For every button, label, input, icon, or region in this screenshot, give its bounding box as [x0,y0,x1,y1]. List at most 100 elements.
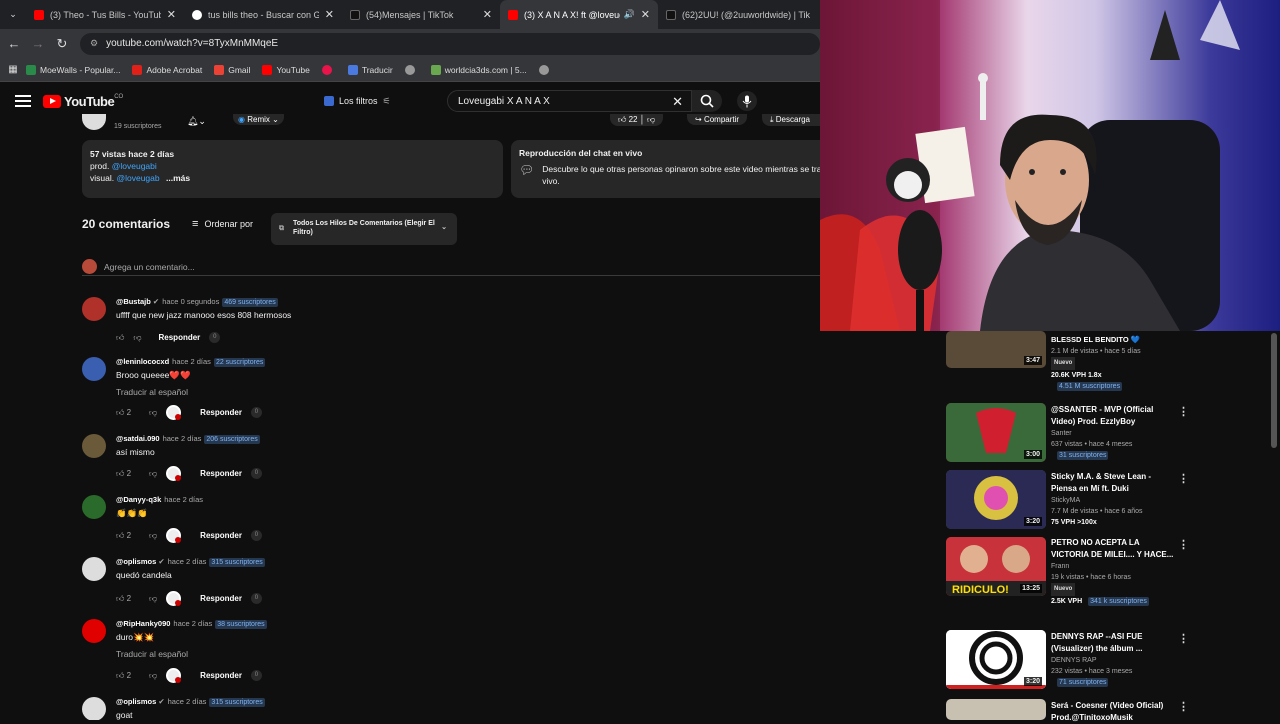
forward-icon[interactable]: → [26,36,50,51]
translate-link[interactable]: Traducir al español [116,649,188,659]
comment-author[interactable]: @Bustajb [116,297,151,306]
more-options-icon[interactable]: ⋮ [1178,405,1189,418]
avatar[interactable] [82,495,106,519]
channel-avatar[interactable] [82,114,106,130]
download-button[interactable]: ⤓ Descarga [762,114,820,126]
site-info-icon[interactable]: ⚙ [90,38,98,49]
dislike-icon[interactable]: 👎︎ [149,469,157,479]
dislike-icon[interactable]: 👎︎ [149,531,157,541]
voice-search-button[interactable] [737,91,757,111]
comment-time[interactable]: hace 2 días [168,557,207,566]
url-field[interactable]: ⚙ youtube.com/watch?v=8TyxMnMMqeE [80,32,820,55]
like-icon[interactable]: 👍︎ 2 [116,531,140,541]
like-icon[interactable]: 👍︎ 2 [116,408,140,418]
reply-button[interactable]: Responder [200,408,242,417]
browser-tab[interactable]: (62)2UU! (@2uuworldwide) | Tik [658,0,820,29]
search-input[interactable]: Loveugabi X A N A X ✕ [447,90,692,112]
bookmark-item[interactable] [538,64,553,75]
like-button[interactable]: 👍︎ 22 │ 👎︎ [610,114,664,126]
reload-icon[interactable]: ↻ [50,36,74,52]
comment-author[interactable]: @leninlococxd [116,357,169,366]
bookmark-item[interactable]: Adobe Acrobat [132,64,202,75]
bell-icon[interactable]: 🔔︎⌄ [187,116,206,127]
comment-filter-select[interactable]: ⧉ Todos Los Hilos De Comentarios (Elegir… [271,213,457,245]
more-options-icon[interactable]: ⋮ [1178,700,1189,713]
browser-tab[interactable]: (54)Mensajes | TikTok ✕ [342,0,500,29]
scrollbar-thumb[interactable] [1271,333,1277,448]
reply-button[interactable]: Responder [200,469,242,478]
avatar[interactable] [82,697,106,720]
show-more-link[interactable]: ...más [166,173,190,183]
video-thumbnail[interactable]: 3:00 [946,403,1046,462]
like-icon[interactable]: 👍︎ [116,333,124,343]
dislike-icon[interactable]: 👎︎ [133,333,141,343]
bookmark-item[interactable]: Traducir [347,64,393,75]
tab-list-chevron-icon[interactable]: ⌄ [0,9,26,20]
comment-author[interactable]: @RipHanky090 [116,619,170,628]
filters-button[interactable]: Los filtros ⚟ [324,92,391,110]
comment-time[interactable]: hace 2 días [168,697,207,706]
comment-author[interactable]: @oplismos [116,557,156,566]
menu-icon[interactable] [15,92,31,110]
speaker-icon[interactable]: 🔊 [624,9,635,20]
video-thumbnail[interactable]: 3:20 [946,470,1046,529]
comment-time[interactable]: hace 2 días [164,495,203,504]
add-comment-field[interactable]: Agrega un comentario... [82,258,820,276]
avatar[interactable] [82,619,106,643]
back-icon[interactable]: ← [2,36,26,51]
apps-grid-icon[interactable]: ▦ [0,64,26,75]
bookmark-item[interactable]: YouTube [262,64,310,75]
avatar[interactable] [82,557,106,581]
comment-time[interactable]: hace 2 días [172,357,211,366]
comment-time[interactable]: hace 0 segundos [162,297,219,306]
avatar[interactable] [82,297,106,321]
dislike-icon[interactable]: 👎︎ [149,594,157,604]
video-info[interactable]: @SSANTER - MVP (Official Video) Prod. Ez… [1051,404,1176,461]
close-icon[interactable]: ✕ [641,8,650,21]
video-info[interactable]: BLESSD EL BENDITO 💙 2.1 M de vistas • ha… [1051,334,1176,392]
bookmark-item[interactable]: worldcia3ds.com | 5... [430,64,527,75]
reply-button[interactable]: Responder [200,531,242,540]
browser-tab[interactable]: tus bills theo - Buscar con Goo ✕ [184,0,342,29]
comment-time[interactable]: hace 2 días [173,619,212,628]
bookmark-item[interactable]: MoeWalls - Popular... [26,64,120,75]
bookmark-item[interactable]: Gmail [214,64,250,75]
video-thumbnail[interactable] [946,699,1046,720]
reply-button[interactable]: Responder [200,671,242,680]
reply-button[interactable]: Responder [200,594,242,603]
video-info[interactable]: DENNYS RAP --ASI FUE (Visualizer) the ál… [1051,631,1176,688]
close-icon[interactable]: ✕ [167,8,176,21]
browser-tab[interactable]: (3) Theo - Tus Bills - YouTube ✕ [26,0,184,29]
comment-time[interactable]: hace 2 días [163,434,202,443]
video-info[interactable]: Sticky M.A. & Steve Lean - Piensa en Mí … [1051,471,1176,528]
dislike-icon[interactable]: 👎︎ [149,671,157,681]
channel-link[interactable]: @loveugab [116,173,159,183]
comment-author[interactable]: @oplismos [116,697,156,706]
share-button[interactable]: ↪ Compartir [687,114,748,125]
bookmark-item[interactable] [404,64,419,75]
browser-tab-active[interactable]: (3) X A N A X! ft @loveugab 🔊 ✕ [500,0,658,29]
reply-button[interactable]: Responder [159,333,201,342]
more-options-icon[interactable]: ⋮ [1178,472,1189,485]
video-thumbnail[interactable]: 3:47 [946,331,1046,368]
clear-search-icon[interactable]: ✕ [672,94,683,110]
video-info[interactable]: PETRO NO ACEPTA LA VICTORIA DE MILEI....… [1051,537,1176,607]
video-thumbnail[interactable]: RIDICULO! 13:25 [946,537,1046,596]
comment-author[interactable]: @Danyy-q3k [116,495,161,504]
avatar[interactable] [82,434,106,458]
close-icon[interactable]: ✕ [483,8,492,21]
search-button[interactable] [692,90,722,112]
video-description[interactable]: 57 vistas hace 2 días prod. @loveugabi v… [82,140,503,198]
dislike-icon[interactable]: 👎︎ [149,408,157,418]
chat-replay-panel[interactable]: Reproducción del chat en vivo 💬︎ Descubr… [511,140,820,198]
bookmark-item[interactable] [321,64,336,75]
more-options-icon[interactable]: ⋮ [1178,538,1189,551]
video-info[interactable]: Será - Coesner (Video Oficial) Prod.@Tin… [1051,700,1176,724]
translate-link[interactable]: Traducir al español [116,387,188,397]
video-thumbnail[interactable]: 3:20 [946,630,1046,689]
comment-author[interactable]: @satdai.090 [116,434,160,443]
channel-link[interactable]: @loveugabi [112,161,157,171]
youtube-logo[interactable]: YouTube CO [43,94,123,109]
like-icon[interactable]: 👍︎ 2 [116,594,140,604]
more-options-icon[interactable]: ⋮ [1178,632,1189,645]
